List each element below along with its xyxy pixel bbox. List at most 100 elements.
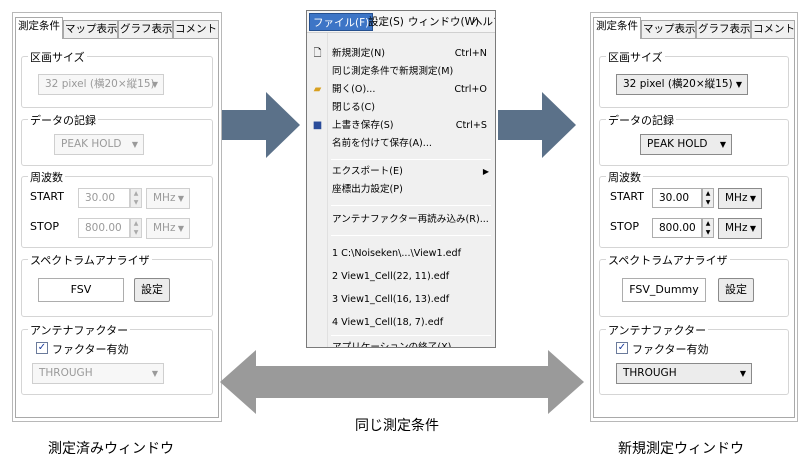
start-label: START — [610, 190, 644, 203]
tab-comment[interactable]: コメント — [173, 20, 219, 39]
stop-spinner[interactable]: ▲ ▼ — [702, 218, 714, 238]
menu-separator — [331, 205, 491, 206]
chevron-down-icon: ▼ — [131, 140, 138, 149]
tab-measure-conditions[interactable]: 測定条件 — [593, 17, 641, 39]
menu-item-label: アンテナファクター再読み込み(R)... — [332, 214, 489, 225]
menu-shortcut: Ctrl+S — [455, 120, 487, 131]
area-size-group: 区画サイズ 32 pixel (横20×縦15) ▼ — [21, 49, 213, 108]
new-window-caption: 新規測定ウィンドウ — [618, 441, 744, 457]
menu-item-antenna-reload[interactable]: アンテナファクター再読み込み(R)... — [307, 211, 495, 229]
menu-item-label: 閉じる(C) — [332, 102, 375, 113]
tab-comment[interactable]: コメント — [751, 20, 795, 39]
tab-strip: 測定条件 マップ表示 グラフ表示 コメント — [593, 17, 795, 39]
stop-label: STOP — [30, 220, 59, 233]
stop-unit-select[interactable]: MHz ▼ — [146, 218, 190, 239]
chevron-down-icon: ▼ — [735, 80, 742, 89]
menu-item-save[interactable]: ■ 上書き保存(S) Ctrl+S — [307, 117, 495, 135]
stop-input[interactable]: 800.00 — [652, 218, 702, 238]
antenna-factor-select[interactable]: THROUGH ▼ — [32, 363, 164, 384]
antenna-factor-select[interactable]: THROUGH ▼ — [616, 363, 752, 384]
menu-separator — [331, 335, 491, 336]
start-label: START — [30, 190, 64, 203]
arrow-right-icon — [498, 92, 576, 158]
menu-item-label: エクスポート(E) — [332, 166, 403, 177]
new-file-icon: 🗋 — [313, 48, 322, 59]
measured-window-panel: 測定条件 マップ表示 グラフ表示 コメント 区画サイズ 32 pixel (横2… — [12, 12, 222, 422]
antenna-factor-checkbox[interactable]: ✓ — [616, 342, 628, 354]
stop-unit-select[interactable]: MHz ▼ — [718, 218, 762, 239]
tab-measure-conditions[interactable]: 測定条件 — [15, 17, 63, 39]
menu-help[interactable]: ヘルプ — [469, 13, 495, 31]
spectrum-analyzer-title: スペクトラムアナライザ — [606, 252, 730, 268]
same-conditions-caption: 同じ測定条件 — [355, 418, 439, 434]
menu-shortcut: Ctrl+O — [454, 84, 487, 95]
area-size-title: 区画サイズ — [606, 49, 665, 65]
data-record-value: PEAK HOLD — [647, 138, 708, 150]
chevron-down-icon: ▼ — [177, 194, 184, 203]
measured-window-caption: 測定済みウィンドウ — [48, 441, 174, 457]
tab-graph-view[interactable]: グラフ表示 — [696, 20, 751, 39]
frequency-group: 周波数 START 30.00 ▲ ▼ MHz ▼ STOP 800.00 ▲ ▼ … — [599, 169, 789, 248]
chevron-down-icon: ▼ — [719, 140, 726, 149]
frequency-group: 周波数 START 30.00 ▲ ▼ MHz ▼ STOP 800.00 ▲ ▼ … — [21, 169, 213, 248]
chevron-down-icon: ▼ — [739, 369, 746, 378]
arrow-right-icon — [222, 92, 300, 158]
menu-item-export[interactable]: エクスポート(E) ▶ — [307, 163, 495, 181]
area-size-select[interactable]: 32 pixel (横20×縦15) ▼ — [616, 74, 748, 95]
start-spinner[interactable]: ▲ ▼ — [130, 188, 142, 208]
area-size-value: 32 pixel (横20×縦15) — [623, 78, 733, 90]
menu-file[interactable]: ファイル(F) — [309, 13, 374, 31]
tab-strip: 測定条件 マップ表示 グラフ表示 コメント — [15, 17, 219, 39]
spectrum-settings-button[interactable]: 設定 — [718, 278, 754, 302]
menu-item-open[interactable]: ▰ 開く(O)... Ctrl+O — [307, 81, 495, 99]
start-input[interactable]: 30.00 — [78, 188, 130, 208]
area-size-title: 区画サイズ — [28, 49, 87, 65]
tab-graph-view[interactable]: グラフ表示 — [118, 20, 173, 39]
spectrum-settings-button[interactable]: 設定 — [134, 278, 170, 302]
start-input[interactable]: 30.00 — [652, 188, 702, 208]
start-unit-select[interactable]: MHz ▼ — [146, 188, 190, 209]
menu-item-recent-3[interactable]: 3 View1_Cell(16, 13).edf — [307, 291, 495, 309]
menu-shortcut: Ctrl+N — [454, 48, 487, 59]
menu-item-save-as[interactable]: 名前を付けて保存(A)... — [307, 135, 495, 153]
stop-spinner[interactable]: ▲ ▼ — [130, 218, 142, 238]
menu-separator — [331, 159, 491, 160]
menu-item-recent-4[interactable]: 4 View1_Cell(18, 7).edf — [307, 314, 495, 332]
antenna-factor-title: アンテナファクター — [28, 322, 131, 338]
menu-item-close[interactable]: 閉じる(C) — [307, 99, 495, 117]
antenna-factor-checkbox[interactable]: ✓ — [36, 342, 48, 354]
new-measurement-window-panel: 測定条件 マップ表示 グラフ表示 コメント 区画サイズ 32 pixel (横2… — [590, 12, 798, 422]
menu-item-exit[interactable]: アプリケーションの終了(X) — [307, 339, 495, 347]
menu-item-label: 1 C:\Noiseken\...\View1.edf — [332, 248, 462, 259]
start-unit-select[interactable]: MHz ▼ — [718, 188, 762, 209]
menu-item-new-measure[interactable]: 🗋 新規測定(N) Ctrl+N — [307, 45, 495, 63]
double-arrow-icon — [220, 350, 584, 414]
menu-item-coord-output[interactable]: 座標出力設定(P) — [307, 181, 495, 199]
spectrum-analyzer-group: スペクトラムアナライザ FSV_Dummy 設定 — [599, 252, 789, 317]
menu-settings[interactable]: 設定(S) — [365, 13, 407, 31]
spectrum-analyzer-title: スペクトラムアナライザ — [28, 252, 152, 268]
chevron-down-icon: ▼ — [749, 194, 756, 203]
data-record-value: PEAK HOLD — [61, 138, 122, 150]
stop-input[interactable]: 800.00 — [78, 218, 130, 238]
start-unit-value: MHz — [725, 192, 748, 204]
menu-item-recent-2[interactable]: 2 View1_Cell(22, 11).edf — [307, 268, 495, 286]
area-size-select[interactable]: 32 pixel (横20×縦15) ▼ — [38, 74, 164, 95]
menu-item-label: 開く(O)... — [332, 84, 376, 95]
start-spinner[interactable]: ▲ ▼ — [702, 188, 714, 208]
data-record-select[interactable]: PEAK HOLD ▼ — [640, 134, 732, 155]
menu-item-recent-1[interactable]: 1 C:\Noiseken\...\View1.edf — [307, 245, 495, 263]
stop-unit-value: MHz — [725, 222, 748, 234]
tab-body: 区画サイズ 32 pixel (横20×縦15) ▼ データの記録 PEAK H… — [593, 38, 795, 418]
spectrum-analyzer-field: FSV — [38, 278, 124, 302]
data-record-select[interactable]: PEAK HOLD ▼ — [54, 134, 144, 155]
menu-item-label: 名前を付けて保存(A)... — [332, 138, 432, 149]
menu-item-label: 新規測定(N) — [332, 48, 386, 59]
menu-item-new-same-conditions[interactable]: 同じ測定条件で新規測定(M) — [307, 63, 495, 81]
antenna-factor-enabled-label: ファクター有効 — [52, 343, 129, 356]
spectrum-analyzer-group: スペクトラムアナライザ FSV 設定 — [21, 252, 213, 317]
data-record-title: データの記録 — [28, 112, 98, 128]
tab-map-view[interactable]: マップ表示 — [641, 20, 696, 39]
tab-map-view[interactable]: マップ表示 — [63, 20, 118, 39]
menu-item-label: 2 View1_Cell(22, 11).edf — [332, 271, 450, 282]
